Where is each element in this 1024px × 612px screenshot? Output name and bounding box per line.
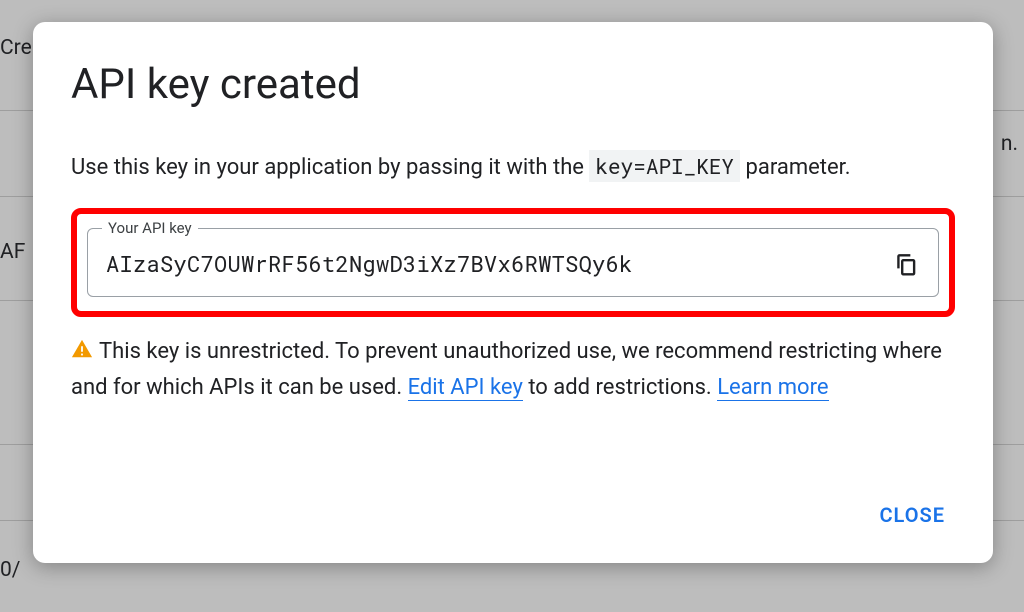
dialog-actions: CLOSE bbox=[71, 495, 955, 535]
background-text: AF bbox=[0, 240, 25, 264]
api-key-value: AIzaSyC7OUWrRF56t2NgwD3iXz7BVx6RWTSQy6k bbox=[106, 249, 633, 278]
dialog-title: API key created bbox=[71, 60, 955, 109]
copy-icon bbox=[893, 251, 919, 277]
api-key-highlight-box: Your API key AIzaSyC7OUWrRF56t2NgwD3iXz7… bbox=[71, 208, 955, 317]
edit-api-key-link[interactable]: Edit API key bbox=[408, 375, 523, 401]
warning-message: This key is unrestricted. To prevent una… bbox=[71, 335, 955, 405]
background-text: n. bbox=[1001, 132, 1018, 156]
warning-icon bbox=[71, 337, 93, 371]
dialog-description: Use this key in your application by pass… bbox=[71, 151, 955, 184]
description-suffix: parameter. bbox=[740, 155, 851, 180]
api-key-label: Your API key bbox=[102, 219, 198, 237]
description-code: key=API_KEY bbox=[589, 150, 740, 182]
api-key-created-dialog: API key created Use this key in your app… bbox=[33, 22, 993, 563]
description-prefix: Use this key in your application by pass… bbox=[71, 155, 589, 180]
api-key-field: Your API key AIzaSyC7OUWrRF56t2NgwD3iXz7… bbox=[87, 228, 939, 297]
warning-text-2: to add restrictions. bbox=[523, 375, 717, 400]
copy-button[interactable] bbox=[892, 250, 920, 278]
close-button[interactable]: CLOSE bbox=[869, 495, 955, 535]
background-text: 0/ bbox=[0, 558, 20, 582]
learn-more-link[interactable]: Learn more bbox=[717, 375, 828, 401]
background-text: Cre bbox=[0, 36, 32, 60]
